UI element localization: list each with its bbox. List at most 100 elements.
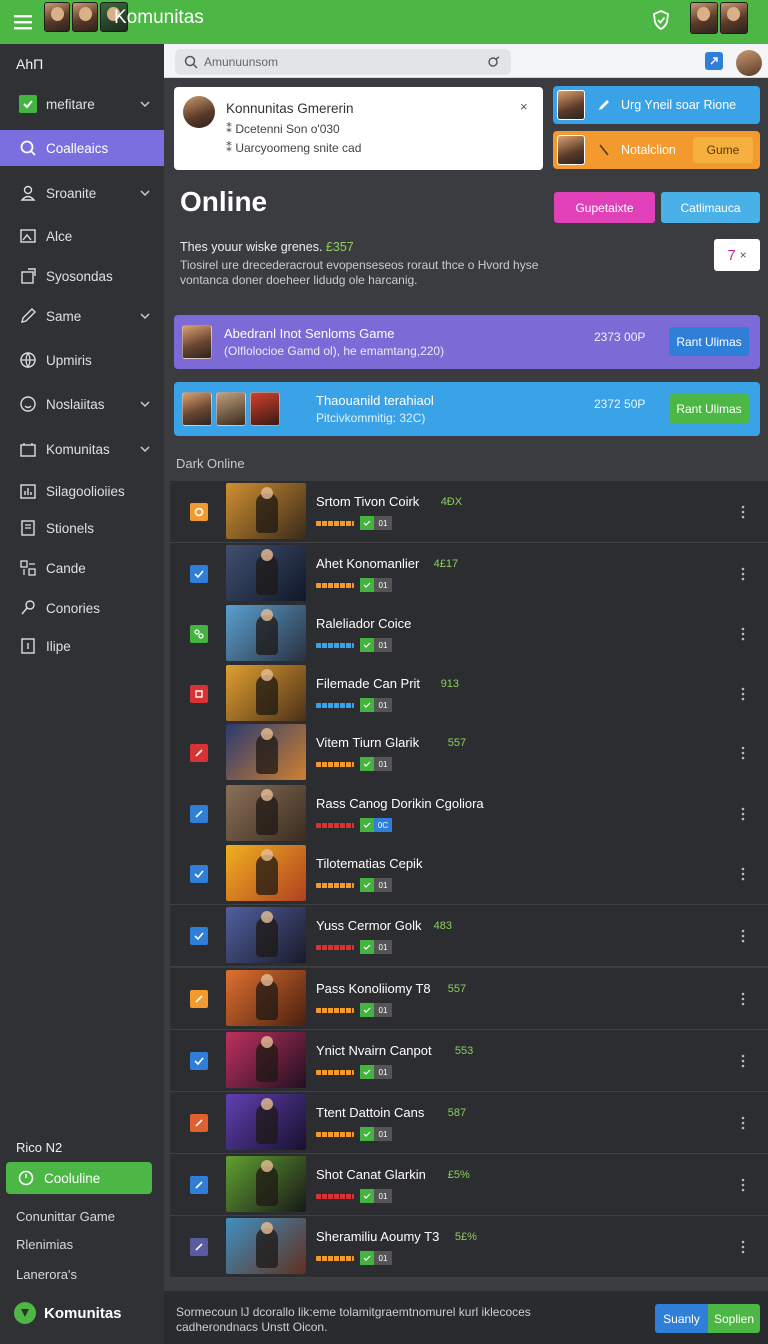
footer-link[interactable]: Rlenimias <box>16 1237 73 1252</box>
row-checkbox[interactable] <box>190 1238 208 1256</box>
row-checkbox[interactable] <box>190 685 208 703</box>
game-thumbnail[interactable] <box>226 845 306 901</box>
primary-action-button[interactable]: Gupetaixte <box>554 192 655 223</box>
row-checkbox[interactable] <box>190 1114 208 1132</box>
sidebar-item[interactable]: Silagoolioiies <box>0 473 164 509</box>
online-button[interactable]: Cooluline <box>6 1162 152 1194</box>
filter-icon[interactable] <box>487 55 501 69</box>
search-input[interactable] <box>204 55 454 69</box>
promo-banner[interactable]: Notalclion Gume <box>553 131 760 169</box>
sidebar-item[interactable]: Ilipe <box>0 628 164 664</box>
game-thumbnail[interactable] <box>226 483 306 539</box>
game-thumbnail[interactable] <box>226 724 306 780</box>
sidebar-item[interactable]: Sroanite <box>0 175 164 211</box>
hamburger-menu-icon[interactable] <box>12 11 34 33</box>
game-thumbnail[interactable] <box>226 785 306 841</box>
more-options-icon[interactable] <box>740 1238 746 1256</box>
close-icon[interactable]: × <box>520 99 528 114</box>
game-row[interactable]: Filemade Can Prit 913 01 <box>170 663 768 725</box>
game-thumbnail[interactable] <box>226 1032 306 1088</box>
sidebar-item[interactable]: mefitare <box>0 86 164 122</box>
rent-button[interactable]: Rant Ulimas <box>669 394 749 423</box>
sidebar-item[interactable]: Same <box>0 298 164 334</box>
status-button[interactable]: Soplien <box>708 1304 760 1333</box>
brand[interactable]: Komunitas <box>14 1302 122 1324</box>
sidebar-item[interactable]: Conories <box>0 590 164 626</box>
game-thumbnail[interactable] <box>226 907 306 963</box>
chip-label: 01 <box>374 1003 392 1017</box>
featured-card[interactable]: Thaouanild terahiaol Pitcivkommitig: 32C… <box>174 382 760 436</box>
bookmark-icon[interactable] <box>705 52 723 70</box>
more-options-icon[interactable] <box>740 744 746 762</box>
row-checkbox[interactable] <box>190 503 208 521</box>
game-row[interactable]: Vitem Tiurn Glarik 557 01 <box>170 722 768 784</box>
game-thumbnail[interactable] <box>226 1218 306 1274</box>
profile-avatars[interactable] <box>690 2 750 34</box>
more-options-icon[interactable] <box>740 865 746 883</box>
more-options-icon[interactable] <box>740 927 746 945</box>
game-row[interactable]: Tilotematias Cepik 01 <box>170 843 768 905</box>
status-button[interactable]: Suanly <box>655 1304 708 1333</box>
secondary-action-button[interactable]: Catlimauca <box>661 192 760 223</box>
more-options-icon[interactable] <box>740 1052 746 1070</box>
row-checkbox[interactable] <box>190 565 208 583</box>
game-thumbnail[interactable] <box>226 1156 306 1212</box>
game-title: Ynict Nvairn Canpot <box>316 1043 432 1058</box>
game-row[interactable]: Pass Konoliiomy T8 557 01 <box>170 968 768 1030</box>
rent-button[interactable]: Rant Ulimas <box>669 327 749 356</box>
more-options-icon[interactable] <box>740 503 746 521</box>
game-thumbnail[interactable] <box>226 545 306 601</box>
game-row[interactable]: Ttent Dattoin Cans 587 01 <box>170 1092 768 1154</box>
game-thumbnail[interactable] <box>226 970 306 1026</box>
game-thumbnail[interactable] <box>226 605 306 661</box>
footer-link[interactable]: Lanerora's <box>16 1267 77 1282</box>
game-chips: 01 <box>360 1189 392 1203</box>
row-checkbox[interactable] <box>190 927 208 945</box>
avatar <box>182 325 212 359</box>
more-options-icon[interactable] <box>740 1114 746 1132</box>
game-row[interactable]: Yuss Cermor Golk 483 01 <box>170 905 768 967</box>
game-thumbnail[interactable] <box>226 665 306 721</box>
user-avatar[interactable] <box>736 50 762 76</box>
game-row[interactable]: Raleliador Coice 01 <box>170 603 768 665</box>
row-checkbox[interactable] <box>190 1176 208 1194</box>
more-options-icon[interactable] <box>740 625 746 643</box>
game-row[interactable]: Shot Canat Glarkin £5% 01 <box>170 1154 768 1216</box>
more-options-icon[interactable] <box>740 1176 746 1194</box>
row-checkbox[interactable] <box>190 805 208 823</box>
game-row[interactable]: Srtom Tivon Coirk 4ĐX 01 <box>170 481 768 543</box>
game-row[interactable]: Ahet Konomanlier 4£17 01 <box>170 543 768 605</box>
more-options-icon[interactable] <box>740 685 746 703</box>
row-checkbox[interactable] <box>190 1052 208 1070</box>
chip-label: 01 <box>374 1189 392 1203</box>
more-options-icon[interactable] <box>740 990 746 1008</box>
sidebar-item[interactable]: Cande <box>0 550 164 586</box>
more-options-icon[interactable] <box>740 565 746 583</box>
promo-banner[interactable]: Urg Yneil soar Rione <box>553 86 760 124</box>
search-field[interactable] <box>175 49 511 75</box>
game-row[interactable]: Rass Canog Dorikin Cgoliora 0C <box>170 783 768 845</box>
row-checkbox[interactable] <box>190 990 208 1008</box>
sidebar-item[interactable]: Alce <box>0 218 164 254</box>
game-row[interactable]: Ynict Nvairn Canpot 553 01 <box>170 1030 768 1092</box>
row-checkbox[interactable] <box>190 625 208 643</box>
sidebar-item[interactable]: Coalleaics <box>0 130 164 166</box>
sidebar-item[interactable]: Noslaiitas <box>0 386 164 422</box>
sidebar-item[interactable]: Syosondas <box>0 258 164 294</box>
game-thumbnail[interactable] <box>226 1094 306 1150</box>
promo-game-button[interactable]: Gume <box>693 137 753 163</box>
row-checkbox[interactable] <box>190 744 208 762</box>
more-options-icon[interactable] <box>740 805 746 823</box>
footer-link[interactable]: Conunittar Game <box>16 1209 115 1224</box>
count-badge[interactable]: 7 × <box>714 239 760 271</box>
game-title: Ahet Konomanlier <box>316 556 420 571</box>
shield-icon[interactable] <box>650 9 672 31</box>
featured-card[interactable]: Abedranl Inot Senloms Game (Olflolocioe … <box>174 315 760 369</box>
game-row[interactable]: Sheramiliu Aoumy T3 5£% 01 <box>170 1216 768 1278</box>
sidebar-item[interactable]: Stionels <box>0 510 164 546</box>
sidebar-item[interactable]: Upmiris <box>0 342 164 378</box>
sidebar-item[interactable]: Komunitas <box>0 431 164 467</box>
close-icon[interactable]: × <box>740 248 747 262</box>
chevron-down-icon <box>138 97 152 111</box>
row-checkbox[interactable] <box>190 865 208 883</box>
